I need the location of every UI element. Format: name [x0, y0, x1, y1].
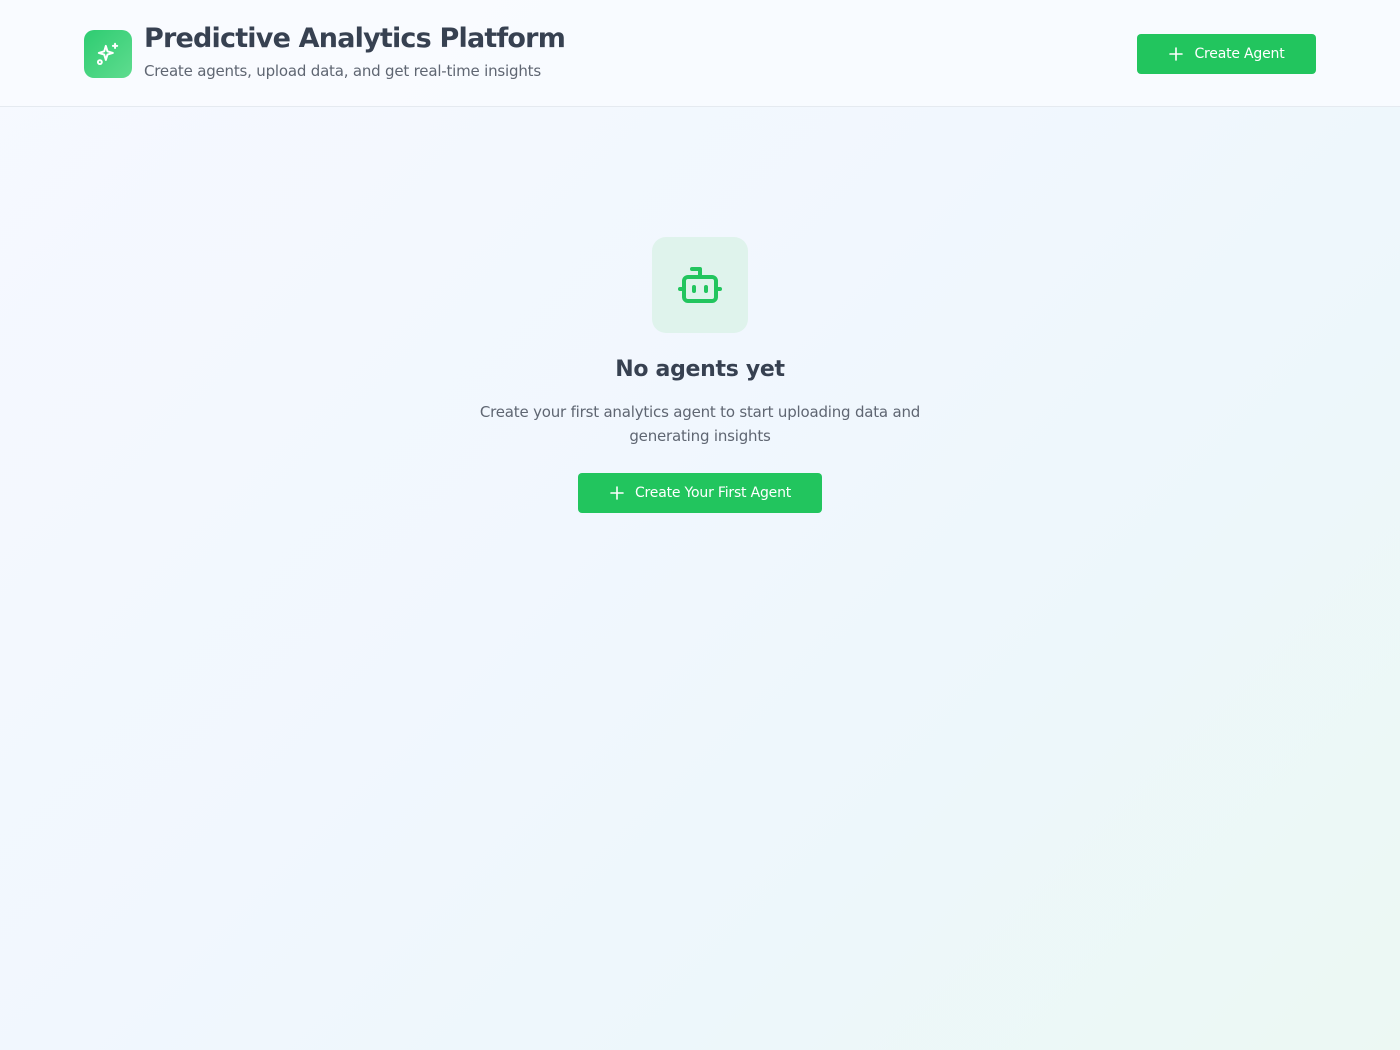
empty-state-icon-container [652, 237, 748, 333]
create-first-agent-label: Create Your First Agent [634, 485, 792, 501]
bot-icon [678, 267, 722, 303]
plus-icon [609, 485, 625, 501]
create-agent-button[interactable]: Create Agent [1137, 34, 1316, 74]
page-subtitle: Create agents, upload data, and get real… [144, 62, 541, 80]
page-title: Predictive Analytics Platform [144, 23, 566, 54]
app-logo [84, 30, 132, 78]
app-header: Predictive Analytics Platform Create age… [0, 0, 1400, 107]
plus-icon [1168, 46, 1184, 62]
empty-state-title: No agents yet [615, 357, 785, 382]
create-first-agent-button[interactable]: Create Your First Agent [578, 473, 822, 513]
empty-state-description: Create your first analytics agent to sta… [479, 403, 921, 445]
create-agent-label: Create Agent [1194, 46, 1285, 62]
sparkles-icon [96, 42, 119, 66]
